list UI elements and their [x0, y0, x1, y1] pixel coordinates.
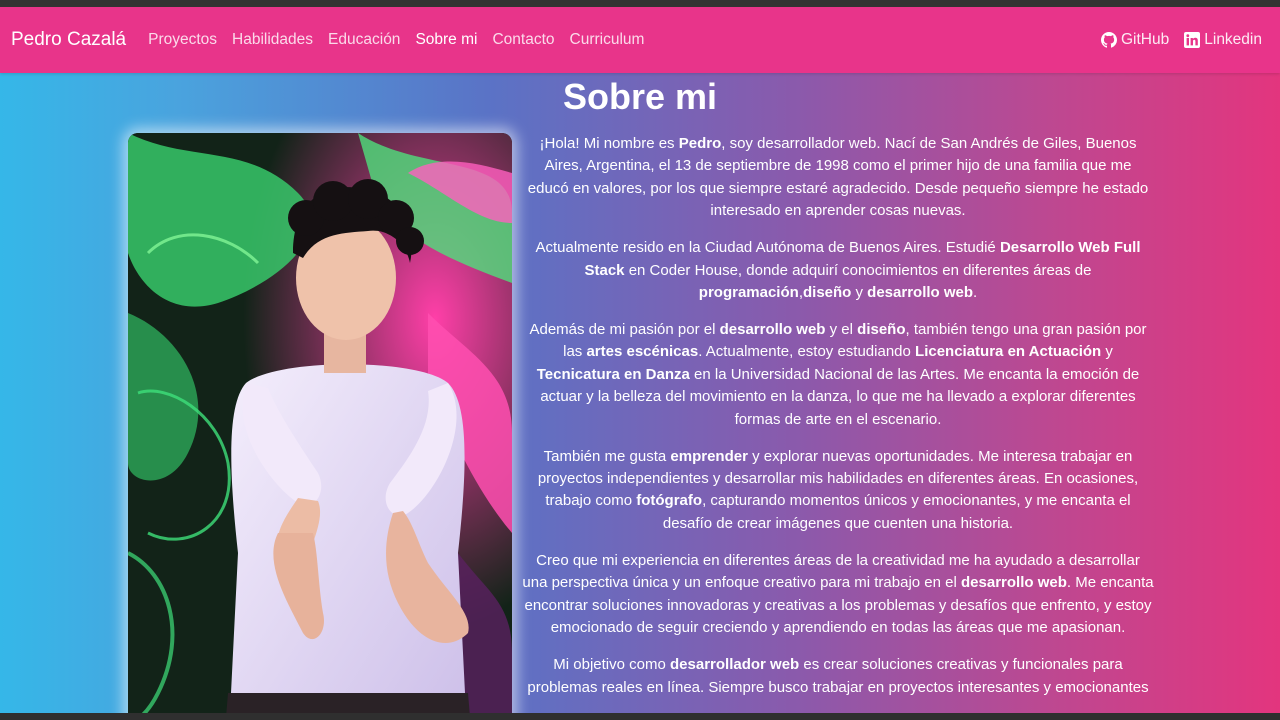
- bold-text: desarrollador web: [670, 656, 800, 674]
- text-run: y: [1101, 343, 1113, 361]
- about-paragraph: ¡Hola! Mi nombre es Pedro, soy desarroll…: [522, 133, 1154, 223]
- bold-text: fotógrafo: [636, 492, 703, 510]
- bold-text: diseño: [802, 284, 852, 302]
- nav-link-curriculum[interactable]: Curriculum: [570, 31, 645, 49]
- linkedin-label: Linkedin: [1204, 31, 1262, 48]
- text-run: y el: [825, 321, 858, 339]
- linkedin-link[interactable]: Linkedin: [1184, 31, 1262, 49]
- about-paragraph: También me gusta emprender y explorar nu…: [522, 446, 1154, 536]
- window-top-strip: [0, 0, 1280, 7]
- bold-text: desarrollo web: [719, 321, 826, 339]
- brand-link[interactable]: Pedro Cazalá: [11, 29, 126, 51]
- about-paragraph: Mi objetivo como desarrollador web es cr…: [522, 654, 1154, 699]
- bold-text: desarrollo web: [867, 284, 974, 302]
- text-run: ¡Hola! Mi nombre es: [539, 135, 679, 152]
- about-paragraph: Actualmente resido en la Ciudad Autónoma…: [522, 237, 1154, 304]
- navbar: Pedro Cazalá Proyectos Habilidades Educa…: [0, 7, 1280, 73]
- profile-photo: [128, 133, 512, 713]
- text-run: Actualmente resido en la Ciudad Autónoma…: [535, 239, 1000, 257]
- bold-text: programación: [698, 284, 799, 302]
- about-text: ¡Hola! Mi nombre es Pedro, soy desarroll…: [522, 133, 1154, 713]
- text-run: También me gusta: [543, 447, 671, 465]
- github-label: GitHub: [1121, 31, 1170, 48]
- text-run: y: [851, 284, 868, 302]
- page-title: Sobre mi: [562, 76, 718, 117]
- nav-links: Proyectos Habilidades Educación Sobre mi…: [148, 31, 659, 49]
- about-paragraph: Creo que mi experiencia en diferentes ár…: [522, 550, 1154, 640]
- text-run: Además de mi pasión por el: [529, 321, 720, 339]
- text-run: en Coder House, donde adquirí conocimien…: [624, 261, 1092, 279]
- profile-photo-art: [128, 133, 512, 713]
- github-icon: [1101, 32, 1117, 48]
- nav-link-proyectos[interactable]: Proyectos: [148, 31, 217, 49]
- linkedin-icon: [1184, 32, 1201, 48]
- nav-link-habilidades[interactable]: Habilidades: [232, 31, 313, 49]
- bold-text: Tecnicatura en Danza: [536, 365, 690, 383]
- bold-text: diseño: [857, 321, 906, 339]
- window-bottom-strip: [0, 713, 1280, 720]
- text-run: Mi objetivo como: [553, 656, 670, 674]
- bold-text: Licenciatura en Actuación: [915, 343, 1102, 361]
- social-links: GitHub Linkedin: [1086, 31, 1262, 49]
- github-link[interactable]: GitHub: [1101, 31, 1169, 49]
- bold-text: artes escénicas: [586, 343, 699, 361]
- nav-link-contacto[interactable]: Contacto: [492, 31, 554, 49]
- text-run: .: [973, 284, 978, 302]
- page: Pedro Cazalá Proyectos Habilidades Educa…: [0, 7, 1280, 713]
- bold-text: desarrollo web: [961, 574, 1067, 592]
- nav-link-educacion[interactable]: Educación: [328, 31, 400, 49]
- bold-text: emprender: [670, 447, 748, 465]
- about-paragraph: Además de mi pasión por el desarrollo we…: [522, 319, 1154, 431]
- text-run: , capturando momentos únicos y emocionan…: [662, 492, 1131, 532]
- text-run: . Actualmente, estoy estudiando: [698, 343, 916, 361]
- bold-text: Pedro: [678, 135, 722, 152]
- nav-link-sobre-mi[interactable]: Sobre mi: [415, 31, 477, 49]
